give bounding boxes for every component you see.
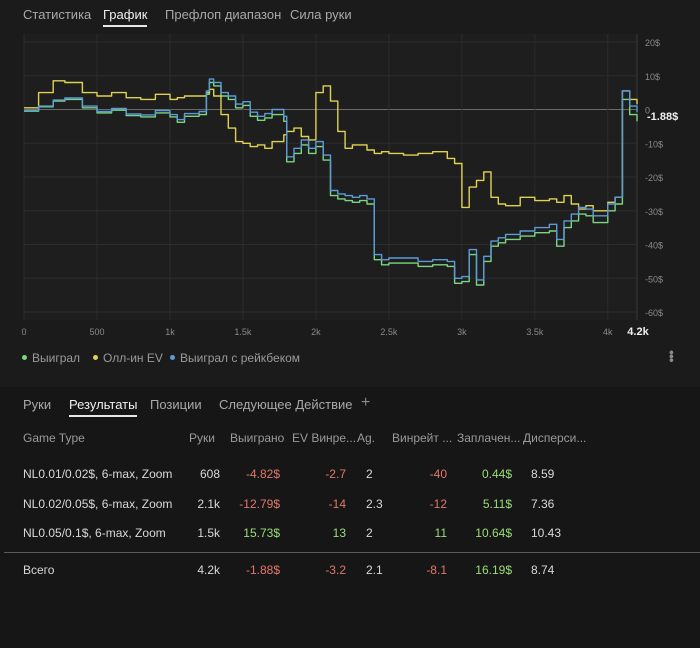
cell-hands: 4.2k bbox=[197, 563, 220, 577]
col-variance[interactable]: Дисперси... bbox=[523, 431, 586, 445]
cell-variance: 8.74 bbox=[531, 563, 555, 577]
legend-label: Олл-ин EV bbox=[103, 351, 163, 365]
cell-won: 15.73$ bbox=[243, 526, 280, 540]
tab-hand-strength[interactable]: Сила руки bbox=[290, 7, 352, 22]
x-tick-label: 500 bbox=[89, 327, 104, 337]
cell-hands: 608 bbox=[199, 467, 220, 481]
cell-game-type: NL0.01/0.02$, 6-max, Zoom bbox=[23, 467, 173, 481]
legend-dot-icon bbox=[93, 355, 98, 360]
cell-game-type: NL0.02/0.05$, 6-max, Zoom bbox=[23, 497, 173, 511]
cell-ev-winrate: -3.2 bbox=[325, 563, 346, 577]
x-tick-label: 1.5k bbox=[234, 327, 252, 337]
tab-graph[interactable]: График bbox=[103, 7, 148, 27]
y-tick-label: -40$ bbox=[645, 241, 663, 251]
cell-paid: 16.19$ bbox=[475, 563, 512, 577]
tab-positions[interactable]: Позиции bbox=[150, 397, 202, 412]
cell-paid: 10.64$ bbox=[475, 526, 512, 540]
cell-won: -4.82$ bbox=[245, 467, 280, 481]
y-tick-label: -50$ bbox=[645, 274, 663, 284]
cell-winrate: -12 bbox=[429, 497, 447, 511]
col-winrate[interactable]: Винрейт ... bbox=[392, 431, 452, 445]
cell-winrate: -40 bbox=[429, 467, 447, 481]
cell-ev-winrate: -2.7 bbox=[325, 467, 346, 481]
cell-winrate: -8.1 bbox=[426, 563, 447, 577]
top-tab-bar: Статистика График Префлоп диапазон Сила … bbox=[0, 0, 700, 32]
add-tab-icon[interactable]: + bbox=[361, 394, 370, 412]
current-value-label: -1.88$ bbox=[647, 111, 678, 123]
tab-results[interactable]: Результаты bbox=[69, 397, 138, 417]
tab-hands[interactable]: Руки bbox=[23, 397, 51, 412]
col-game-type[interactable]: Game Type bbox=[23, 431, 85, 445]
col-ev-winrate[interactable]: EV Винре... bbox=[292, 431, 356, 445]
chart-svg: 20$10$0-10$-20$-30$-40$-50$-60$0 500 1k 1.5… bbox=[21, 34, 678, 338]
winnings-chart[interactable]: 20$ 10$ 0 -10$ -20$ -30$ -40$ -50$ -60$ 0 500 1k 1.5… bbox=[0, 32, 700, 388]
table-row[interactable]: NL0.02/0.05$, 6-max, Zoom 2.1k -12.79$ -… bbox=[0, 489, 700, 519]
x-tick-label: 4k bbox=[603, 327, 613, 337]
cell-game-type: NL0.05/0.1$, 6-max, Zoom bbox=[23, 526, 166, 540]
cell-aggression: 2 bbox=[366, 526, 373, 540]
legend-item-won-rakeback[interactable]: Выиграл с рейкбеком bbox=[170, 351, 300, 365]
cell-variance: 10.43 bbox=[531, 526, 562, 540]
cell-game-type: Всего bbox=[23, 563, 55, 577]
table-row[interactable]: NL0.05/0.1$, 6-max, Zoom 1.5k 15.73$ 13 … bbox=[0, 518, 700, 548]
cell-aggression: 2 bbox=[366, 467, 373, 481]
col-hands[interactable]: Руки bbox=[189, 431, 215, 445]
cell-variance: 7.36 bbox=[531, 497, 555, 511]
cell-won: -1.88$ bbox=[245, 563, 280, 577]
cell-won: -12.79$ bbox=[239, 497, 280, 511]
results-panel: Руки Результаты Позиции Следующее Действ… bbox=[0, 387, 700, 648]
cell-ev-winrate: 13 bbox=[332, 526, 346, 540]
y-tick-label: 20$ bbox=[645, 38, 660, 48]
col-paid[interactable]: Заплачен... bbox=[457, 431, 520, 445]
y-tick-label: -60$ bbox=[645, 308, 663, 318]
x-tick-label: 2k bbox=[311, 327, 321, 337]
tab-preflop-range[interactable]: Префлоп диапазон bbox=[165, 7, 281, 22]
cell-variance: 8.59 bbox=[531, 467, 555, 481]
more-options-icon[interactable]: ••• bbox=[664, 350, 680, 362]
x-tick-label: 1k bbox=[165, 327, 175, 337]
legend-label: Выиграл bbox=[32, 351, 81, 365]
total-row[interactable]: Всего 4.2k -1.88$ -3.2 2.1 -8.1 16.19$ 8… bbox=[0, 555, 700, 585]
cell-aggression: 2.1 bbox=[366, 563, 383, 577]
table-row[interactable]: NL0.01/0.02$, 6-max, Zoom 608 -4.82$ -2.… bbox=[0, 459, 700, 489]
x-tick-label: 0 bbox=[21, 327, 26, 337]
legend-dot-icon bbox=[22, 355, 27, 360]
cell-hands: 1.5k bbox=[197, 526, 220, 540]
cell-paid: 5.11$ bbox=[482, 497, 512, 511]
total-divider bbox=[4, 552, 700, 553]
tab-next-action[interactable]: Следующее Действие bbox=[219, 397, 353, 412]
cell-aggression: 2.3 bbox=[366, 497, 383, 511]
cell-hands: 2.1k bbox=[197, 497, 220, 511]
cell-paid: 0.44$ bbox=[481, 467, 512, 481]
x-tick-label: 3.5k bbox=[526, 327, 544, 337]
y-tick-label: -20$ bbox=[645, 173, 663, 183]
cell-ev-winrate: -14 bbox=[328, 497, 346, 511]
tab-statistics[interactable]: Статистика bbox=[23, 7, 91, 22]
col-aggression[interactable]: Ag. bbox=[357, 431, 375, 445]
legend-item-allin-ev[interactable]: Олл-ин EV bbox=[93, 351, 163, 365]
x-tick-label: 2.5k bbox=[380, 327, 398, 337]
y-tick-label: -10$ bbox=[645, 139, 663, 149]
legend-label: Выиграл с рейкбеком bbox=[180, 351, 301, 365]
y-tick-label: -30$ bbox=[645, 207, 663, 217]
col-won[interactable]: Выиграно bbox=[230, 431, 284, 445]
legend-dot-icon bbox=[170, 355, 175, 360]
cell-winrate: 11 bbox=[434, 526, 447, 540]
y-tick-label: 10$ bbox=[645, 72, 660, 82]
x-end-label: 4.2k bbox=[627, 326, 649, 338]
x-tick-label: 3k bbox=[457, 327, 467, 337]
legend-item-won[interactable]: Выиграл bbox=[22, 351, 80, 365]
